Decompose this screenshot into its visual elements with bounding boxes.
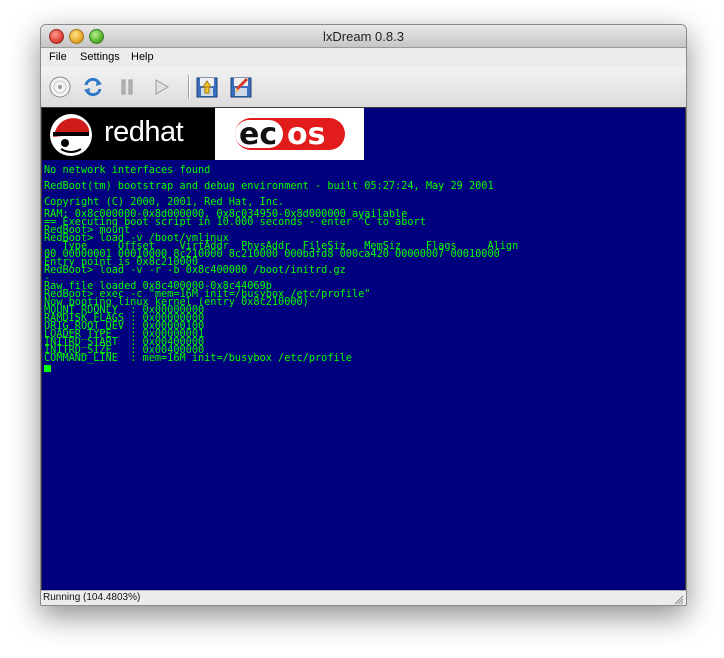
pause-icon: [121, 79, 133, 95]
menu-bar: File Settings Help: [41, 48, 686, 68]
disc-button[interactable]: [47, 74, 73, 100]
load-state-icon: [196, 77, 218, 98]
run-button[interactable]: [148, 74, 174, 100]
load-state-button[interactable]: [194, 74, 220, 100]
redhat-logo: redhat: [42, 108, 215, 160]
menu-help[interactable]: Help: [131, 51, 154, 63]
status-text: Running (104.4803%): [43, 592, 141, 603]
redhat-wordmark: redhat: [104, 116, 184, 148]
save-state-icon: [230, 77, 252, 98]
shadowman-icon: [50, 114, 92, 156]
svg-text:os: os: [287, 117, 325, 152]
ecos-logo: ec os: [215, 108, 364, 160]
console-line: == Executing boot script in 10.000 secon…: [44, 215, 426, 228]
menu-settings[interactable]: Settings: [80, 51, 120, 63]
save-state-button[interactable]: [228, 74, 254, 100]
boot-console: No network interfaces found RedBoot(tm) …: [44, 162, 684, 372]
emulator-screen[interactable]: redhat ec os No network interfaces found…: [41, 107, 686, 591]
toolbar: [41, 67, 686, 108]
emulator-window: lxDream 0.8.3 File Settings Help redhat …: [40, 24, 687, 606]
ecos-wordmark-image: ec os: [235, 117, 345, 152]
reset-icon: [84, 77, 102, 97]
resize-grip-icon[interactable]: [674, 595, 684, 605]
console-line: No network interfaces found: [44, 163, 211, 176]
status-bar: Running (104.4803%): [41, 590, 686, 605]
svg-text:ec: ec: [239, 117, 277, 152]
window-title: lxDream 0.8.3: [323, 29, 404, 44]
boot-logos: redhat ec os: [42, 108, 364, 160]
console-line: RedBoot(tm) bootstrap and debug environm…: [44, 179, 494, 192]
console-line: COMMAND_LINE : mem=16M init=/busybox /et…: [44, 351, 352, 364]
reset-button[interactable]: [80, 74, 106, 100]
console-cursor: [44, 365, 51, 372]
pause-button[interactable]: [114, 74, 140, 100]
disc-icon: [49, 76, 71, 98]
title-bar[interactable]: lxDream 0.8.3: [41, 25, 686, 48]
toolbar-separator: [188, 75, 190, 99]
console-line: RedBoot> load -v -r -b 0x8c400000 /boot/…: [44, 263, 346, 276]
run-icon: [155, 79, 169, 95]
menu-file[interactable]: File: [49, 51, 67, 63]
